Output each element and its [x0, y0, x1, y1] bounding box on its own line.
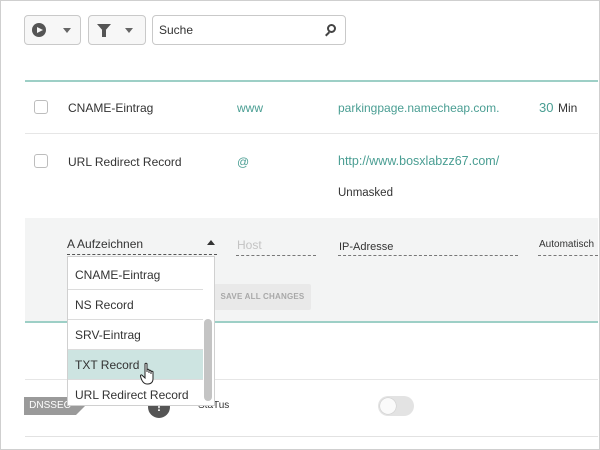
search-box[interactable] — [152, 15, 346, 45]
filter-dropdown-button[interactable] — [88, 15, 146, 45]
dropdown-option-url-redirect[interactable]: URL Redirect Record — [68, 380, 203, 405]
record-type: URL Redirect Record — [68, 155, 182, 169]
record-ttl-unit: Min — [558, 101, 578, 115]
row-checkbox[interactable] — [34, 100, 48, 114]
chevron-up-icon[interactable] — [207, 240, 215, 245]
host-input[interactable]: Host — [237, 238, 262, 252]
row-divider — [25, 133, 598, 134]
ip-address-input[interactable]: IP-Adresse — [339, 241, 393, 253]
select-underline — [67, 254, 217, 255]
host-underline — [236, 255, 316, 256]
dropdown-option-ns[interactable]: NS Record — [68, 290, 203, 320]
row-divider — [25, 436, 598, 437]
record-type: CNAME-Eintrag — [68, 101, 154, 115]
table-top-divider — [25, 80, 598, 82]
save-all-changes-button[interactable]: SAVE ALL CHANGES — [214, 284, 311, 310]
dropdown-option-srv[interactable]: SRV-Eintrag — [68, 320, 203, 350]
record-ttl-number[interactable]: 30 — [539, 100, 553, 115]
dropdown-option-txt[interactable]: TXT Record — [68, 350, 203, 380]
record-host[interactable]: @ — [237, 155, 249, 169]
dnssec-toggle[interactable] — [378, 396, 414, 416]
record-value[interactable]: http://www.bosxlabzz67.com/ — [338, 154, 499, 168]
redirect-mode[interactable]: Unmasked — [338, 187, 393, 199]
record-value[interactable]: parkingpage.namecheap.com. — [338, 101, 499, 115]
dropdown-scrollbar[interactable] — [204, 319, 212, 401]
ttl-underline — [538, 255, 598, 256]
play-dropdown-button[interactable] — [24, 15, 81, 45]
ip-underline — [338, 255, 518, 256]
dropdown-option-cname[interactable]: CNAME-Eintrag — [68, 260, 203, 290]
record-type-select-value: A Aufzeichnen — [67, 237, 144, 251]
chevron-down-icon — [63, 28, 71, 33]
filter-icon — [97, 24, 111, 37]
search-input[interactable] — [159, 22, 319, 38]
chevron-down-icon — [125, 28, 133, 33]
search-icon[interactable] — [327, 24, 336, 33]
record-host[interactable]: www — [237, 101, 263, 115]
play-circle-icon — [32, 23, 46, 37]
record-type-select[interactable]: A Aufzeichnen — [67, 234, 217, 254]
hand-cursor-icon — [140, 362, 154, 385]
row-checkbox[interactable] — [34, 154, 48, 168]
ttl-select[interactable]: Automatisch — [539, 239, 594, 250]
